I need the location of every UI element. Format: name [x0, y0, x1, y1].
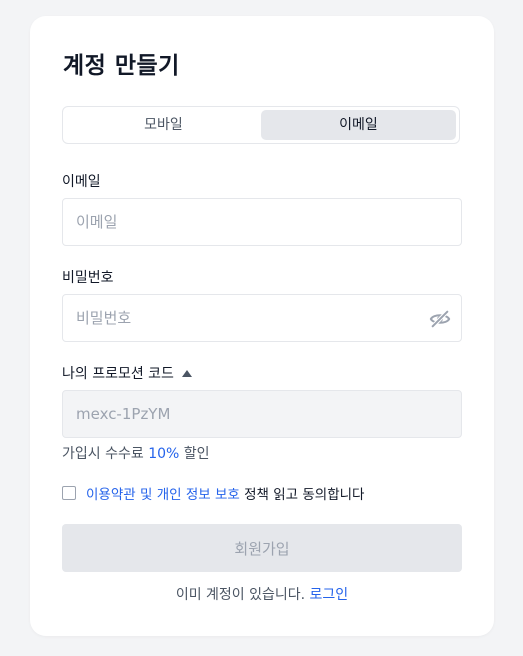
login-prompt: 이미 계정이 있습니다.: [175, 587, 310, 603]
signup-button[interactable]: 회원가입: [62, 524, 462, 572]
email-field-wrapper: [62, 198, 462, 246]
login-prompt-row: 이미 계정이 있습니다. 로그인: [30, 584, 494, 604]
promo-field-wrapper: [62, 390, 462, 438]
password-field-wrapper: [62, 294, 462, 342]
email-label: 이메일: [62, 174, 101, 190]
caret-up-icon: [181, 369, 192, 377]
page-title: 계정 만들기: [63, 53, 180, 79]
fee-discount-value: 10%: [148, 446, 180, 462]
tab-mobile[interactable]: 모바일: [66, 110, 261, 140]
password-label: 비밀번호: [62, 270, 114, 286]
signup-card: 계정 만들기 모바일 이메일 이메일 비밀번호 나의 프로모션 코드 가입시 수…: [30, 16, 494, 636]
fee-prefix: 가입시 수수료: [62, 446, 149, 462]
agreement-and: 및: [135, 487, 157, 503]
fee-suffix: 할인: [179, 446, 210, 462]
agreement-row: 이용약관 및 개인 정보 보호 정책 읽고 동의합니다: [62, 483, 364, 503]
agreement-suffix: 정책 읽고 동의합니다: [239, 487, 365, 503]
eye-off-icon[interactable]: [429, 308, 451, 330]
email-input[interactable]: [63, 199, 461, 245]
password-input[interactable]: [63, 295, 461, 341]
promo-code-input: [63, 391, 461, 437]
agreement-checkbox[interactable]: [62, 486, 76, 500]
privacy-link[interactable]: 개인 정보 보호: [157, 487, 240, 503]
fee-discount-text: 가입시 수수료 10% 할인: [62, 443, 210, 463]
promo-code-label: 나의 프로모션 코드: [62, 366, 174, 382]
agreement-text: 이용약관 및 개인 정보 보호 정책 읽고 동의합니다: [86, 483, 364, 503]
tab-email[interactable]: 이메일: [261, 110, 456, 140]
signup-method-tabs: 모바일 이메일: [62, 106, 460, 144]
login-link[interactable]: 로그인: [310, 587, 349, 603]
promo-code-toggle[interactable]: 나의 프로모션 코드: [62, 363, 192, 383]
terms-link[interactable]: 이용약관: [86, 487, 136, 503]
